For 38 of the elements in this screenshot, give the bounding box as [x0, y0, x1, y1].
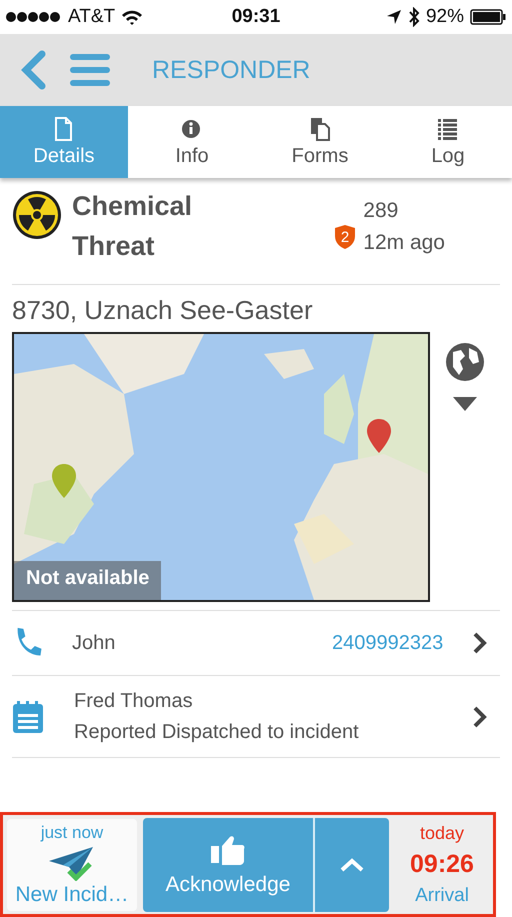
arrival-label: Arrival — [415, 884, 469, 906]
radiation-hazard-icon — [12, 190, 62, 240]
carrier-name: AT&T — [68, 6, 116, 28]
map-unavailable-label: Not available — [14, 561, 162, 600]
incident-status-button[interactable]: just now New Incid… — [7, 818, 137, 910]
dropdown-caret-icon[interactable] — [452, 396, 478, 412]
incident-age: 12m ago — [363, 231, 445, 255]
report-text: Reported Dispatched to incident — [74, 720, 359, 744]
reporter-name: Fred Thomas — [74, 690, 194, 712]
bluetooth-icon — [408, 7, 420, 27]
chevron-right-icon[interactable] — [472, 632, 488, 654]
caret-up-icon — [339, 856, 365, 872]
tab[interactable]: Log — [384, 106, 512, 178]
battery-icon — [470, 9, 506, 25]
location-arrow-icon — [386, 9, 402, 25]
phone-link[interactable]: 2409992323 — [332, 632, 444, 654]
list-icon — [437, 116, 459, 140]
acknowledge-button[interactable]: Acknowledge — [143, 818, 313, 912]
wifi-icon — [121, 9, 144, 25]
arrival-time: 09:26 — [410, 850, 474, 878]
incident-address: 8730, Uznach See-Gaster — [12, 294, 314, 327]
incident-title: Chemical Threat — [72, 190, 194, 263]
priority-badge: 2 — [333, 224, 358, 250]
battery-percent: 92% — [426, 6, 464, 28]
contact-name: John — [72, 632, 116, 654]
globe-icon[interactable] — [445, 342, 485, 382]
clock-time: 09:31 — [232, 6, 280, 28]
tab[interactable]: Info — [128, 106, 256, 178]
signal-icon — [6, 11, 62, 23]
app-title: RESPONDER — [152, 56, 310, 84]
incident-number: 289 — [363, 199, 400, 223]
forms-icon — [309, 116, 331, 140]
arrival-day: today — [420, 822, 464, 844]
chevron-right-icon[interactable] — [472, 706, 488, 728]
tab[interactable]: Details — [0, 106, 128, 178]
notepad-icon — [12, 700, 44, 734]
tab[interactable]: Forms — [256, 106, 384, 178]
document-icon — [53, 116, 75, 140]
